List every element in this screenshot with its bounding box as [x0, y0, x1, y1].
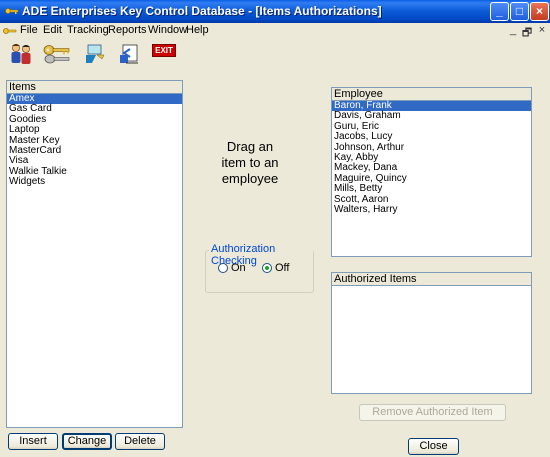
tracking-icon[interactable] — [82, 41, 108, 67]
report-icon[interactable] — [116, 41, 142, 67]
insert-button[interactable]: Insert — [8, 433, 58, 450]
menu-window[interactable]: Window — [148, 24, 187, 36]
remove-authorized-item-button[interactable]: Remove Authorized Item — [359, 404, 506, 421]
list-item[interactable]: Jacobs, Lucy — [332, 131, 531, 142]
menu-help[interactable]: Help — [186, 24, 209, 36]
exit-icon[interactable]: EXIT — [152, 44, 176, 57]
radio-off-circle[interactable] — [262, 263, 272, 273]
authorized-items-list[interactable]: Authorized Items — [331, 272, 532, 394]
mdi-close-button[interactable]: × — [535, 24, 549, 37]
list-item[interactable]: MasterCard — [7, 145, 182, 156]
mdi-minimize-button[interactable]: _ — [506, 24, 520, 37]
title-bar[interactable]: ADE Enterprises Key Control Database - [… — [0, 0, 550, 23]
keys-icon[interactable] — [42, 41, 72, 67]
change-button[interactable]: Change — [62, 433, 112, 450]
delete-button[interactable]: Delete — [115, 433, 165, 450]
menu-edit[interactable]: Edit — [43, 24, 62, 36]
radio-off[interactable]: Off — [262, 262, 289, 274]
toolbar: EXIT — [0, 39, 550, 69]
people-icon[interactable] — [8, 41, 34, 67]
radio-on-label: On — [231, 262, 246, 274]
instruction-line: Drag an — [226, 139, 274, 154]
drag-instruction: Drag an item to an employee — [200, 139, 300, 187]
close-button[interactable]: Close — [408, 438, 459, 455]
menu-reports[interactable]: Reports — [108, 24, 147, 36]
list-item[interactable]: Widgets — [7, 176, 182, 187]
radio-off-label: Off — [275, 262, 290, 274]
radio-on-circle[interactable] — [218, 263, 228, 273]
close-window-button[interactable]: × — [530, 2, 549, 21]
list-item[interactable]: Mills, Betty — [332, 183, 531, 194]
key-app-icon — [5, 8, 19, 14]
items-list[interactable]: Items Amex Gas Card Goodies Laptop Master Ke… — [6, 80, 183, 428]
mdi-restore-button[interactable]: 🗗 — [520, 24, 534, 39]
list-item[interactable]: Laptop — [7, 124, 182, 135]
menu-bar: File Edit Tracking Reports Window Help _… — [0, 23, 550, 39]
maximize-button[interactable]: □ — [510, 2, 529, 21]
menu-tracking[interactable]: Tracking — [67, 24, 109, 36]
instruction-line: employee — [221, 171, 279, 186]
minimize-button[interactable]: _ — [490, 2, 509, 21]
list-item[interactable]: Walters, Harry — [332, 204, 531, 215]
employee-list[interactable]: Employee Baron, Frank Davis, Graham Guru, … — [331, 87, 532, 257]
instruction-line: item to an — [221, 155, 279, 170]
radio-on[interactable]: On — [218, 262, 246, 274]
menu-file[interactable]: File — [20, 24, 38, 36]
document-key-icon[interactable] — [3, 25, 17, 37]
authorized-items-header: Authorized Items — [332, 273, 531, 286]
window-title: ADE Enterprises Key Control Database - [… — [22, 4, 382, 18]
